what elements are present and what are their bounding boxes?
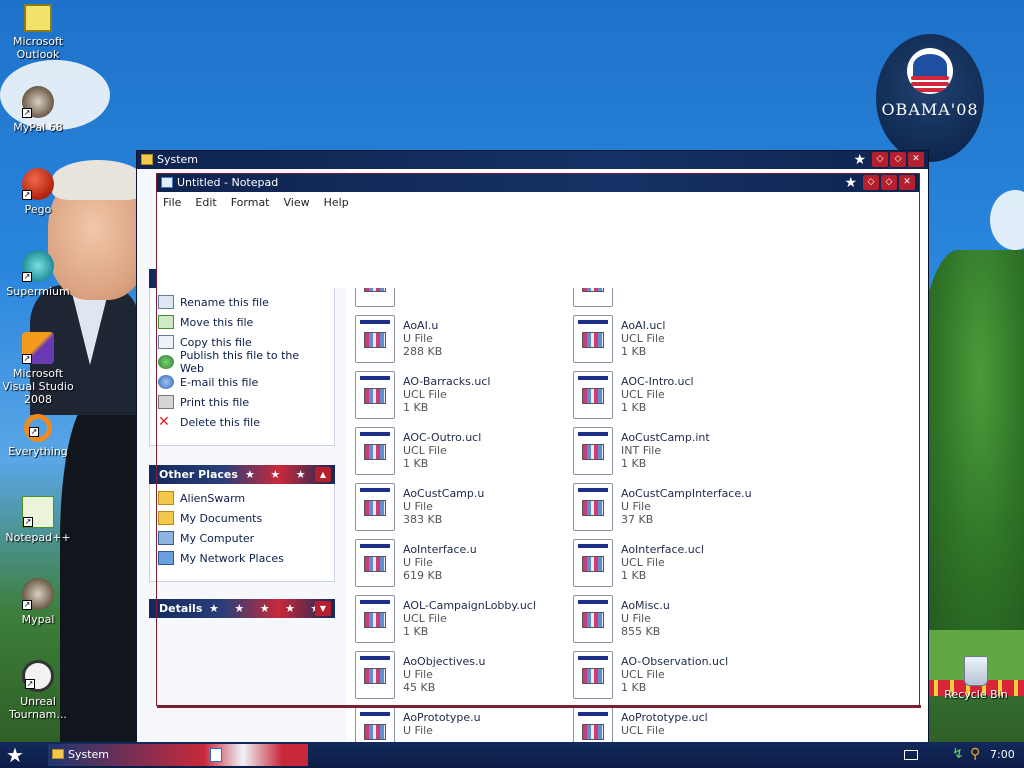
desktop-icon-unreal-tournament[interactable]: ↗ Unreal Tournam... [0,660,76,721]
file-meta: AoPrototype.u U File [403,711,481,737]
notepad-titlebar[interactable]: Untitled - Notepad ★ ◇ ◇ ✕ [157,174,919,192]
file-meta: AoPrototype.ucl UCL File [621,711,708,737]
file-name: AoPrototype.ucl [621,711,708,724]
notepad-plus-plus-icon: ↗ [22,496,54,528]
desktop-icon-label: Everything [8,445,68,458]
desktop-icon-everything[interactable]: ↗ Everything [0,414,76,458]
desktop-icon-notepad-plus-plus[interactable]: ↗ Notepad++ [0,496,76,544]
pego-icon: ↗ [22,168,54,200]
taskbar: ★ System ↯ ⚲ 7:00 PM [0,742,1024,768]
maximize-button[interactable]: ◇ [890,152,906,167]
outlook-icon [24,4,52,32]
taskbar-button-system[interactable]: System [48,744,308,766]
clock[interactable]: 7:00 PM [990,742,1024,768]
desktop-icon-label: Mypal [21,613,55,626]
start-button[interactable]: ★ [6,743,24,767]
supermium-icon: ↗ [22,250,54,282]
system-tray: ↯ ⚲ 7:00 PM [874,742,1024,768]
campaign-badge: OBAMA'08 [876,34,984,162]
mypal-icon: ↗ [22,578,54,610]
window-title: Untitled - Notepad [177,176,279,189]
folder-icon [52,749,64,759]
desktop-icon-label: Supermium [6,285,70,298]
desktop-icon-label: Pego [24,203,52,216]
desktop-icon-label: Unreal Tournam... [9,695,67,721]
desktop-icon-mypal68[interactable]: ↗ MyPal 68 [0,86,76,134]
cloud [990,190,1024,250]
search-tray-icon[interactable]: ⚲ [970,746,980,762]
menu-edit[interactable]: Edit [195,196,216,209]
badge-name: OBAMA'08 [881,100,979,119]
everything-icon: ↗ [24,414,52,442]
visual-studio-icon: ↗ [22,332,54,364]
notepad-border [157,705,921,708]
menu-view[interactable]: View [284,196,310,209]
desktop-icon-outlook[interactable]: Microsoft Outlook [0,4,76,61]
desktop-icon-recycle-bin[interactable]: Recycle Bin [938,656,1014,701]
desktop-icon-label: Microsoft Outlook [12,35,64,61]
unreal-tournament-icon: ↗ [22,660,54,692]
desktop-icon-label: Notepad++ [5,531,71,544]
folder-icon [141,154,153,165]
desktop-icon-label: Recycle Bin [944,688,1008,701]
recycle-bin-icon [964,656,988,686]
minimize-button[interactable]: ◇ [863,175,879,190]
maximize-button[interactable]: ◇ [881,175,897,190]
desktop-icon-label: Microsoft Visual Studio 2008 [2,367,74,406]
keyboard-icon[interactable] [904,750,918,760]
mypal-icon: ↗ [22,86,54,118]
desktop-icon-visual-studio[interactable]: ↗ Microsoft Visual Studio 2008 [0,332,76,406]
desktop-icon-label: MyPal 68 [13,121,63,134]
notepad-text-area[interactable] [157,212,919,288]
minimize-button[interactable]: ◇ [872,152,888,167]
close-button[interactable]: ✕ [899,175,915,190]
notepad-taskbar-icon[interactable] [210,748,222,762]
notepad-menubar: File Edit Format View Help [157,192,919,212]
file-name: AoPrototype.u [403,711,481,724]
trees-background [914,250,1024,670]
close-button[interactable]: ✕ [908,152,924,167]
notepad-icon [161,177,173,188]
network-tray-icon[interactable]: ↯ [952,746,964,762]
file-type: UCL File [621,724,665,737]
desktop-icon-mypal[interactable]: ↗ Mypal [0,578,76,626]
window-title: System [157,153,199,166]
explorer-titlebar[interactable]: System ★ ◇ ◇ ✕ [137,151,928,169]
campaign-logo-icon [907,48,953,94]
star-icon: ★ [844,175,857,191]
desktop-icon-pego[interactable]: ↗ Pego [0,168,76,216]
menu-format[interactable]: Format [231,196,270,209]
notepad-window[interactable]: Untitled - Notepad ★ ◇ ◇ ✕ File Edit For… [156,173,921,708]
menu-help[interactable]: Help [324,196,349,209]
file-type: U File [403,724,433,737]
star-icon: ★ [853,152,866,168]
menu-file[interactable]: File [163,196,181,209]
desktop-icon-supermium[interactable]: ↗ Supermium [0,250,76,298]
